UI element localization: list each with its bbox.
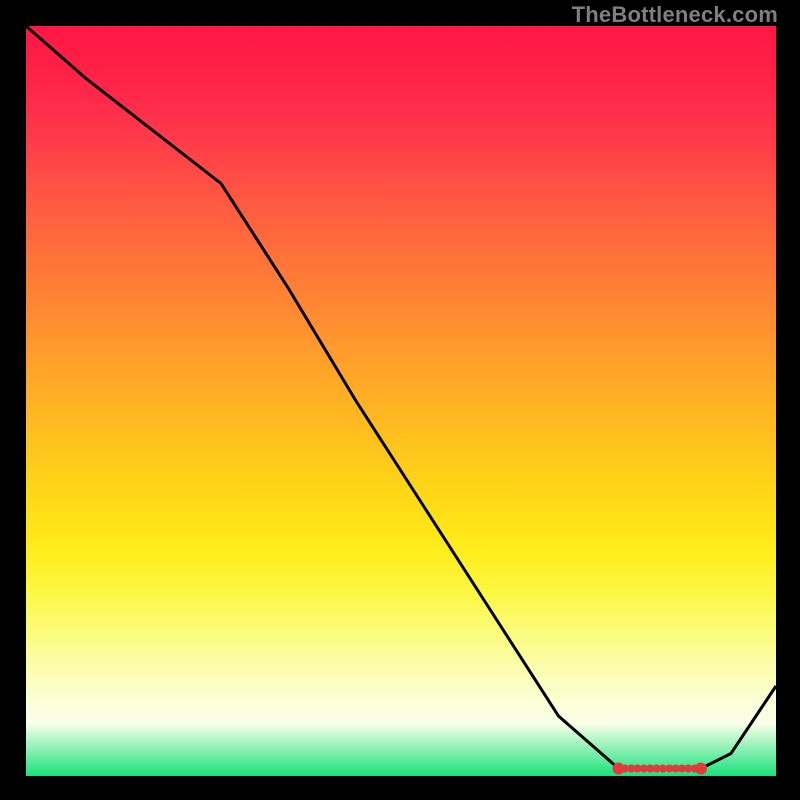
flat-segment-markers bbox=[613, 763, 708, 775]
chart-svg bbox=[26, 26, 776, 776]
bottleneck-curve bbox=[26, 26, 776, 769]
chart-frame: TheBottleneck.com bbox=[0, 0, 800, 800]
line-series bbox=[26, 26, 776, 769]
marker-dot bbox=[695, 763, 707, 775]
watermark-text: TheBottleneck.com bbox=[572, 2, 778, 28]
plot-area bbox=[26, 26, 776, 776]
